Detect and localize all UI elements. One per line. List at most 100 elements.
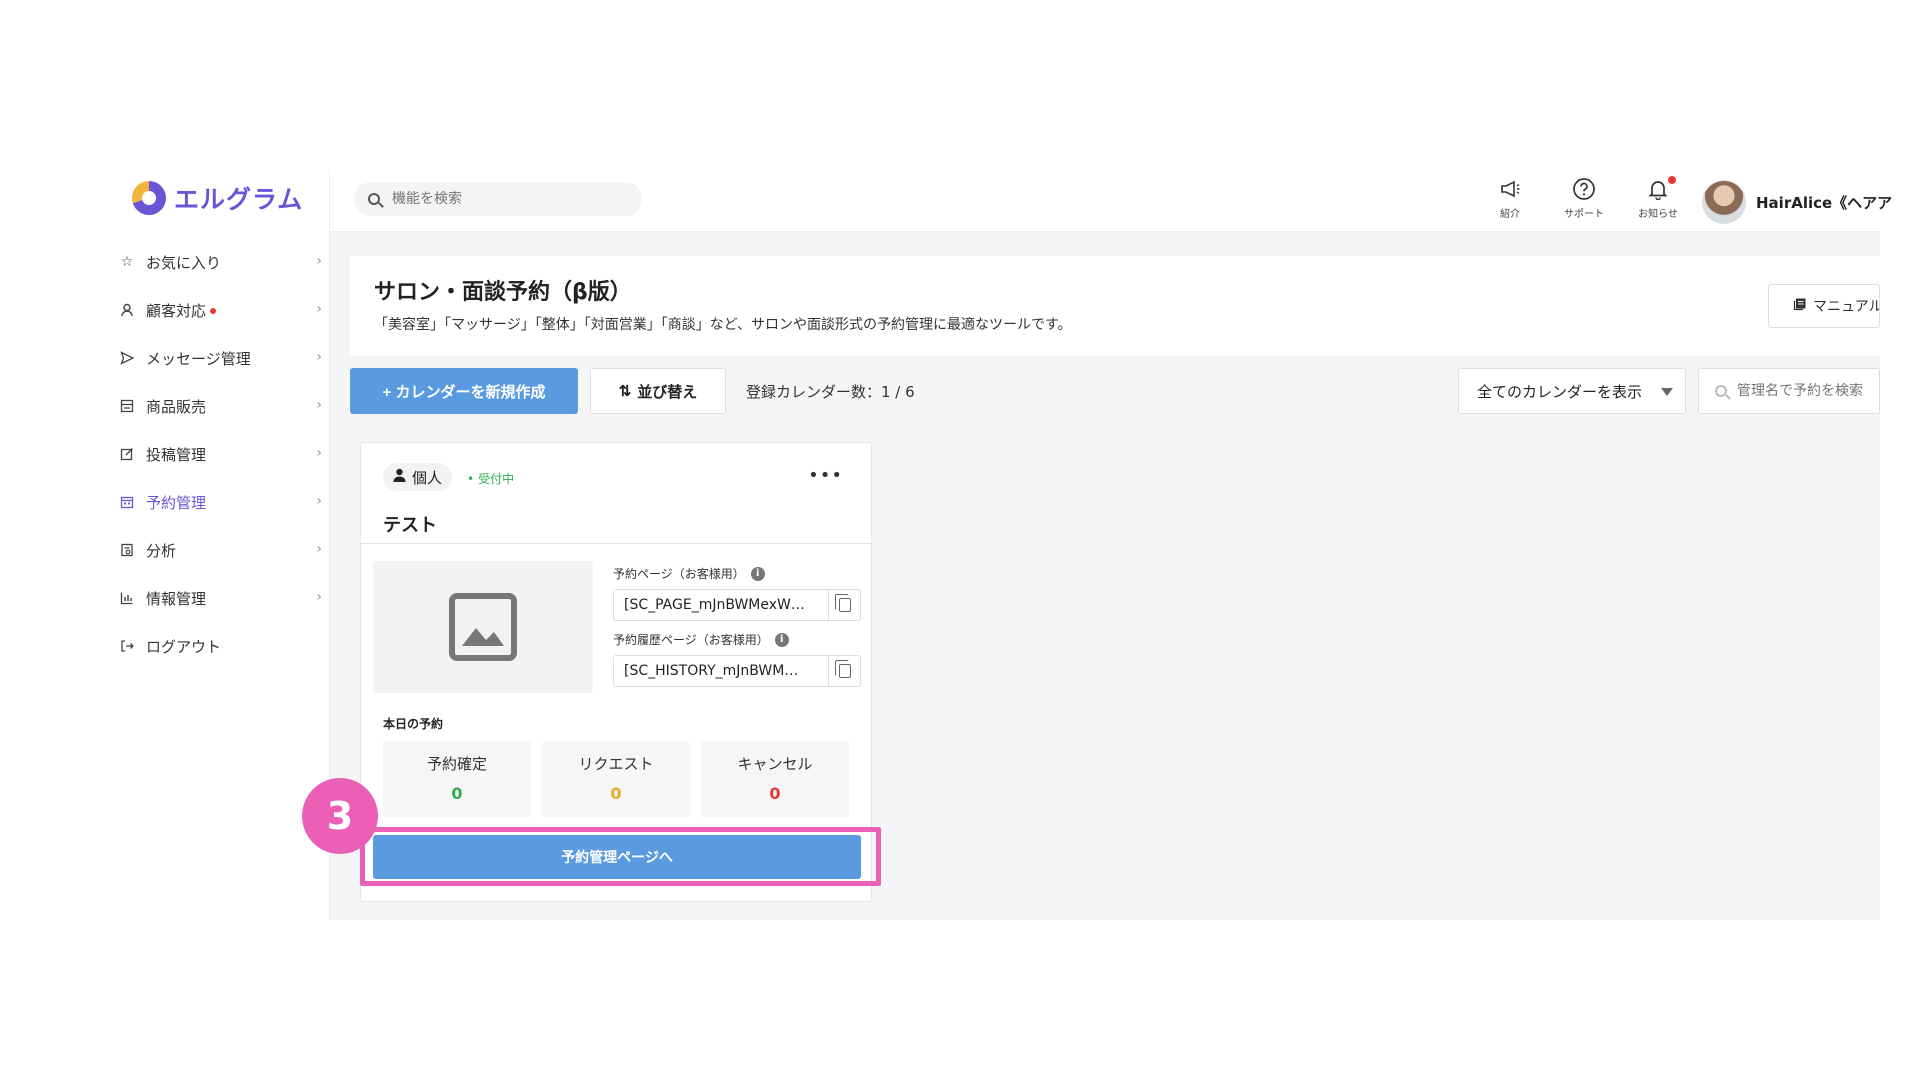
booking-page-label-text: 予約ページ（お客様用）	[613, 567, 745, 581]
calendar-filter-select[interactable]: 全てのカレンダーを表示	[1458, 368, 1686, 414]
more-options-icon[interactable]: •••	[808, 465, 843, 486]
sidebar-item-label: 顧客対応	[146, 301, 207, 320]
notification-dot	[210, 308, 217, 314]
calendar-count: 登録カレンダー数：1 / 6	[746, 383, 915, 401]
sidebar-item-label: メッセージ管理	[146, 349, 251, 368]
person-icon	[118, 301, 136, 319]
support-button[interactable]: サポート	[1560, 176, 1608, 220]
manual-button[interactable]: マニュアル	[1768, 284, 1880, 328]
chevron-right-icon: ›	[316, 253, 322, 269]
sort-icon: ⇅	[618, 383, 632, 400]
search-icon	[1715, 385, 1727, 397]
sidebar-item-analytics[interactable]: 分析 ›	[112, 526, 330, 574]
chevron-right-icon: ›	[316, 493, 322, 509]
sidebar-item-label: ログアウト	[146, 637, 222, 656]
sidebar: エルグラム ☆ お気に入り › 顧客対応 › メッセージ管理 › 商品販売 › …	[112, 170, 330, 920]
store-icon	[118, 397, 136, 415]
stat-label: リクエスト	[578, 755, 654, 773]
sidebar-item-label: 投稿管理	[146, 445, 207, 464]
chart-icon	[118, 589, 136, 607]
referral-label: 紹介	[1500, 209, 1520, 220]
sidebar-item-logout[interactable]: ログアウト	[112, 622, 330, 670]
notifications-button[interactable]: お知らせ	[1634, 176, 1682, 220]
sort-label: 並び替え	[637, 383, 698, 401]
sidebar-item-favorites[interactable]: ☆ お気に入り ›	[112, 238, 330, 286]
copy-icon	[834, 660, 851, 678]
report-icon	[118, 541, 136, 559]
sidebar-item-label: お気に入り	[146, 253, 222, 272]
reservation-search-input[interactable]	[1737, 383, 1879, 399]
stat-request: リクエスト 0	[542, 741, 690, 817]
new-calendar-button[interactable]: + カレンダーを新規作成	[350, 368, 578, 414]
chevron-down-icon	[1661, 388, 1673, 396]
divider	[361, 543, 871, 544]
chevron-right-icon: ›	[316, 589, 322, 605]
book-icon	[1793, 297, 1807, 315]
logout-icon	[118, 637, 136, 655]
sidebar-item-posts[interactable]: 投稿管理 ›	[112, 430, 330, 478]
top-icon-group: 紹介 サポート お知らせ	[1486, 176, 1682, 220]
logo-text: エルグラム	[174, 185, 304, 214]
user-menu[interactable]: HairAlice《ヘアア	[1702, 180, 1892, 224]
copy-icon	[834, 594, 851, 612]
megaphone-icon	[1497, 176, 1523, 202]
history-page-label-text: 予約履歴ページ（お客様用）	[613, 633, 769, 647]
copy-button[interactable]	[828, 590, 860, 620]
logo-icon	[132, 181, 166, 215]
step-number-badge: 3	[302, 778, 378, 854]
notification-badge	[1668, 176, 1676, 184]
notifications-label: お知らせ	[1638, 209, 1678, 220]
sidebar-nav: ☆ お気に入り › 顧客対応 › メッセージ管理 › 商品販売 › 投稿管理 ›…	[112, 238, 330, 670]
sidebar-item-reservations[interactable]: 予約管理 ›	[112, 478, 330, 526]
sidebar-item-messages[interactable]: メッセージ管理 ›	[112, 334, 330, 382]
page-title: サロン・面談予約（β版）	[374, 280, 632, 305]
chevron-right-icon: ›	[316, 541, 322, 557]
booking-page-url: [SC_PAGE_mJnBWMexW…	[613, 589, 861, 621]
help-icon	[1571, 176, 1597, 202]
sidebar-item-label: 商品販売	[146, 397, 207, 416]
chevron-right-icon: ›	[316, 445, 322, 461]
sidebar-item-label: 情報管理	[146, 589, 207, 608]
stat-value: 0	[610, 784, 622, 803]
history-page-url-value[interactable]: [SC_HISTORY_mJnBWM…	[614, 663, 828, 679]
today-reservations-label: 本日の予約	[383, 717, 444, 731]
booking-page-label: 予約ページ（お客様用） i	[613, 565, 765, 582]
history-page-url: [SC_HISTORY_mJnBWM…	[613, 655, 861, 687]
search-icon	[368, 193, 380, 205]
sort-button[interactable]: ⇅ 並び替え	[590, 368, 726, 414]
sidebar-item-label: 予約管理	[146, 493, 207, 512]
page-header: サロン・面談予約（β版） 「美容室」「マッサージ」「整体」「対面営業」「商談」な…	[350, 256, 1880, 356]
sidebar-item-customers[interactable]: 顧客対応 ›	[112, 286, 330, 334]
calendar-card: 個人 受付中 ••• テスト 予約ページ（お客様用） i [SC_PAGE_mJ…	[360, 442, 872, 902]
support-label: サポート	[1564, 209, 1604, 220]
sidebar-item-products[interactable]: 商品販売 ›	[112, 382, 330, 430]
star-icon: ☆	[120, 254, 134, 270]
feature-search[interactable]	[354, 182, 642, 216]
user-name: HairAlice《ヘアア	[1756, 193, 1893, 212]
reservation-search[interactable]	[1698, 368, 1880, 414]
reservation-management-button[interactable]: 予約管理ページへ	[373, 835, 861, 879]
booking-page-url-value[interactable]: [SC_PAGE_mJnBWMexW…	[614, 597, 828, 613]
calendar-toolbar: + カレンダーを新規作成 ⇅ 並び替え 登録カレンダー数：1 / 6 全てのカレ…	[350, 368, 1880, 428]
status-badge: 受付中	[467, 470, 514, 487]
info-icon[interactable]: i	[750, 566, 765, 581]
copy-button[interactable]	[828, 656, 860, 686]
send-icon	[118, 349, 136, 367]
app-logo[interactable]: エルグラム	[132, 180, 303, 216]
calendar-thumbnail	[373, 561, 593, 693]
calendar-type-label: 個人	[412, 468, 443, 487]
calendar-title: テスト	[383, 515, 437, 536]
referral-button[interactable]: 紹介	[1486, 176, 1534, 220]
sidebar-item-info[interactable]: 情報管理 ›	[112, 574, 330, 622]
avatar	[1702, 180, 1746, 224]
feature-search-input[interactable]	[392, 191, 612, 207]
stat-cancel: キャンセル 0	[701, 741, 849, 817]
chevron-right-icon: ›	[316, 349, 322, 365]
info-icon[interactable]: i	[774, 632, 789, 647]
calendar-type-chip: 個人	[383, 463, 453, 491]
stat-value: 0	[451, 784, 463, 803]
calendar-icon	[118, 493, 136, 511]
top-bar: 紹介 サポート お知らせ HairAlice《ヘアア	[330, 170, 1892, 232]
stat-label: キャンセル	[737, 755, 813, 773]
calendar-filter-value: 全てのカレンダーを表示	[1477, 382, 1643, 401]
